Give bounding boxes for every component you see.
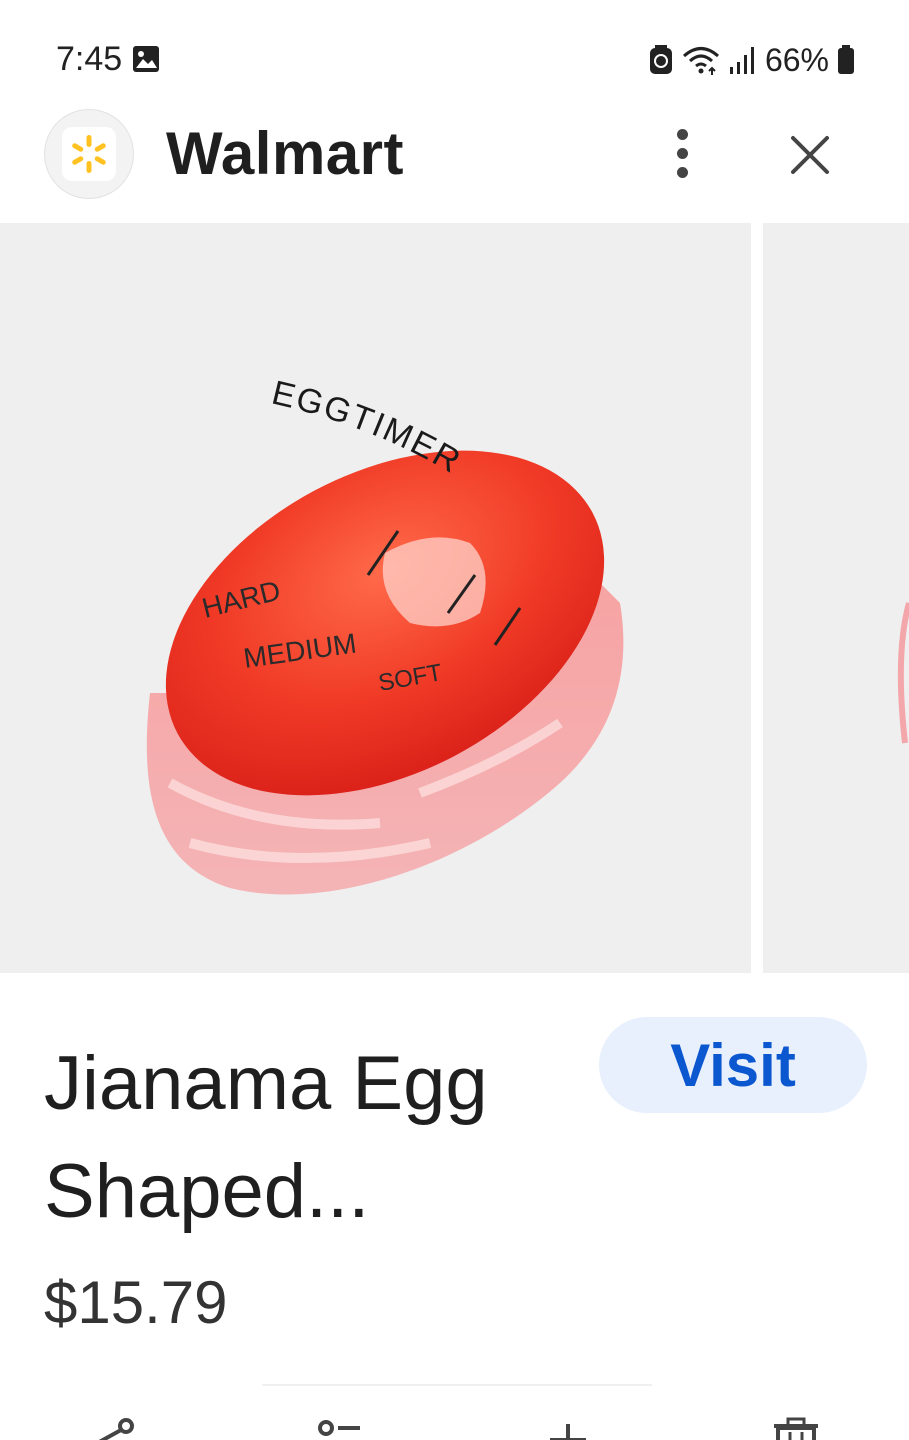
- product-price: $15.79: [44, 1269, 228, 1336]
- walmart-spark-icon: [72, 135, 106, 173]
- delete-icon: [774, 1417, 818, 1440]
- signal-icon: [729, 47, 754, 74]
- site-logo[interactable]: [44, 109, 134, 199]
- egg-timer-image: EGGTIMER HARD MEDIUM SOFT: [146, 374, 624, 895]
- add-button[interactable]: [538, 1416, 598, 1440]
- egg-label-top: EGGTIMER: [268, 374, 466, 482]
- more-options-button[interactable]: [656, 123, 708, 183]
- delete-button[interactable]: [766, 1416, 826, 1440]
- more-vert-icon: [676, 128, 688, 140]
- photo-icon: [133, 46, 159, 72]
- close-icon: [791, 136, 829, 174]
- battery-saver-icon: [649, 45, 672, 74]
- add-to-list-icon: [318, 1420, 360, 1436]
- battery-icon: [838, 45, 854, 74]
- share-icon: [98, 1418, 134, 1440]
- image-carousel[interactable]: EGGTIMER HARD MEDIUM SOFT: [0, 223, 909, 973]
- svg-text:EGGTIMER: EGGTIMER: [268, 374, 468, 482]
- header-bar: Walmart: [0, 105, 909, 220]
- status-bar: 7:45 66%: [0, 0, 909, 110]
- toolbar-divider: [262, 1384, 652, 1386]
- battery-percentage: 66%: [764, 41, 829, 78]
- status-time: 7:45: [56, 40, 123, 78]
- product-image[interactable]: EGGTIMER HARD MEDIUM SOFT: [0, 223, 751, 973]
- site-title: Walmart: [166, 120, 404, 187]
- wifi-icon: [682, 47, 719, 75]
- close-button[interactable]: [780, 125, 840, 185]
- next-product-image[interactable]: [763, 223, 909, 973]
- add-to-list-button[interactable]: [312, 1416, 372, 1440]
- status-icons: 66%: [649, 40, 855, 80]
- share-button[interactable]: [88, 1416, 148, 1440]
- product-title[interactable]: Jianama Egg Shaped...: [44, 1030, 584, 1246]
- add-icon: [550, 1424, 586, 1440]
- bottom-toolbar: [0, 1400, 909, 1440]
- visit-button[interactable]: Visit: [599, 1017, 867, 1113]
